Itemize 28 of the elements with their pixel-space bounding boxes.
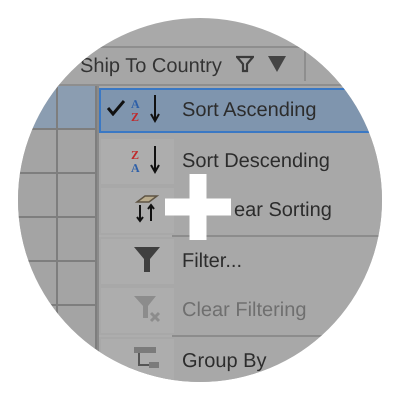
grid-cell[interactable] xyxy=(18,218,58,260)
menu-item[interactable]: Filter... xyxy=(99,237,382,286)
menu-item[interactable]: Group By xyxy=(99,337,382,382)
menu-item-label: ear Sorting xyxy=(233,199,332,222)
down-arrow-icon xyxy=(149,93,161,123)
dropdown-arrow-icon[interactable] xyxy=(268,56,286,72)
menu-item-label: Filter... xyxy=(181,250,242,273)
grid-cell[interactable] xyxy=(58,218,97,260)
menu-item-label: Group By xyxy=(181,350,266,373)
filter-icon xyxy=(131,244,163,274)
clear-filter-icon xyxy=(131,293,163,323)
column-title: Ship To Country xyxy=(80,54,222,78)
menu-item-label: Sort Descending xyxy=(181,150,330,173)
filter-icon[interactable] xyxy=(236,54,254,72)
sort-letters: Z A xyxy=(131,146,141,176)
grid-cell[interactable] xyxy=(58,174,97,216)
menu-item-label: Clear Filtering xyxy=(181,299,306,322)
sort-letters: A Z xyxy=(131,96,141,126)
menu-item[interactable]: Z A Sort Descending xyxy=(99,137,382,186)
grid-cell[interactable] xyxy=(18,130,58,172)
grid-cell[interactable] xyxy=(58,262,97,304)
down-arrow-icon xyxy=(149,144,161,174)
grid-cell[interactable] xyxy=(58,86,97,128)
grid-cell[interactable] xyxy=(58,130,97,172)
menu-item[interactable]: ear Sorting xyxy=(99,186,382,235)
menu-item-label: Sort Ascending xyxy=(181,99,317,122)
grid-cell[interactable] xyxy=(18,174,58,216)
crosshair-cursor-icon xyxy=(165,174,231,240)
